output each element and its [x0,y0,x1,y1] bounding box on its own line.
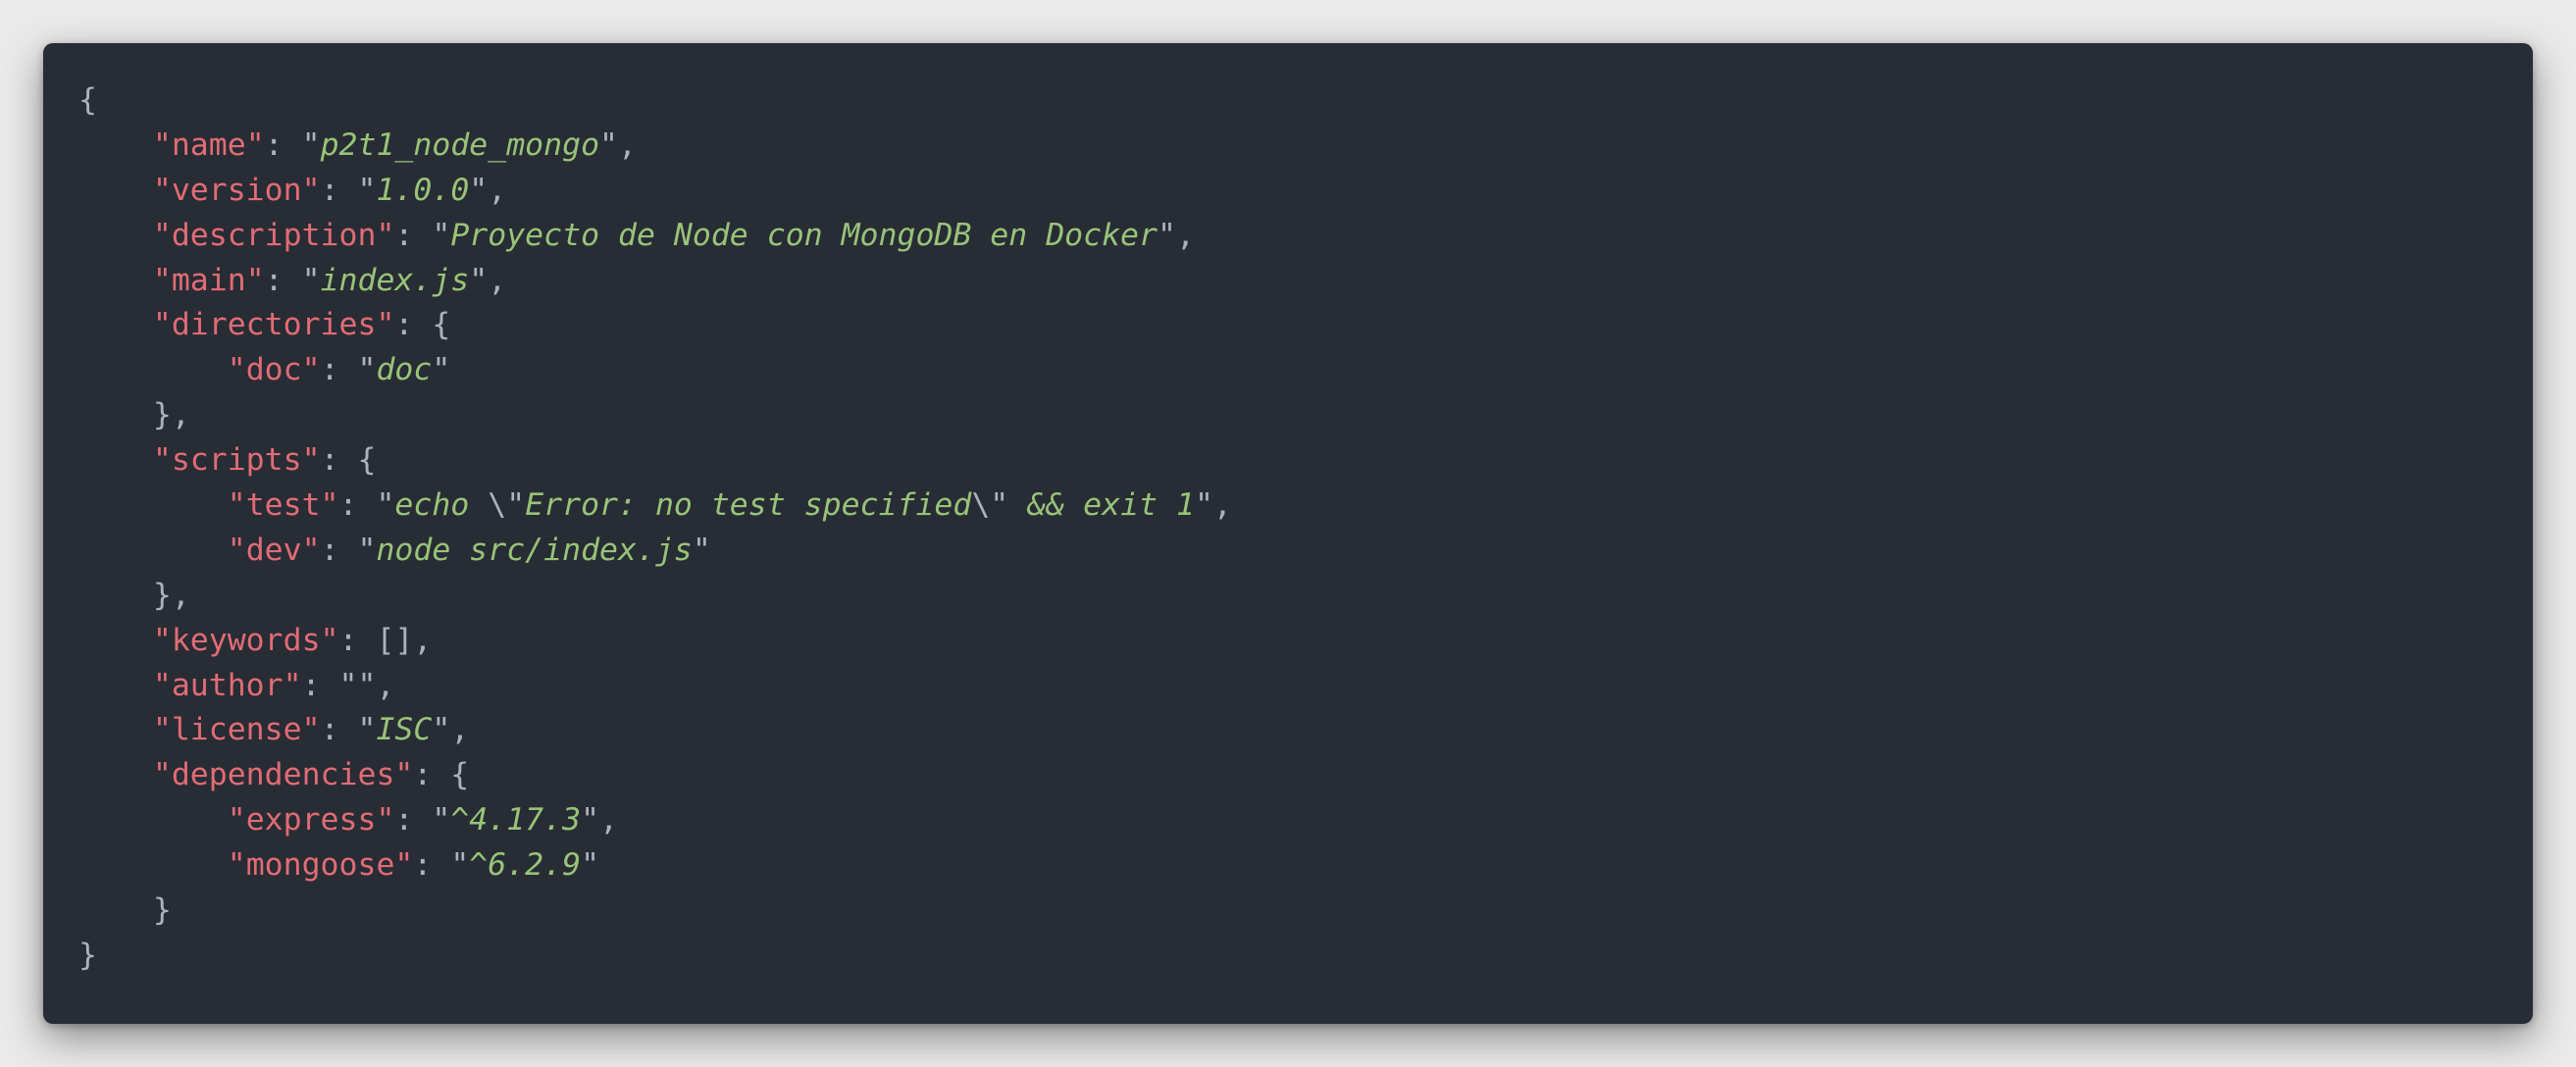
code-line-7: "doc": "doc" [227,352,451,388]
main-key: main [171,262,246,298]
code-window: { "name": "p2t1_node_mongo", "version": … [43,43,2533,1024]
keywords-key: keywords [171,622,321,658]
code-line-2: "name": "p2t1_node_mongo", [152,127,637,163]
test-value-escape-open: \" [488,487,526,524]
code-line-6: "directories": { [152,307,451,343]
code-line-13: "keywords": [], [152,622,433,658]
code-line-18: "mongoose": "^6.2.9" [227,847,600,884]
close-brace: } [78,937,97,973]
code-line-9: "scripts": { [152,442,377,479]
doc-value: doc [376,352,433,388]
mongoose-value: ^6.2.9 [469,847,582,884]
code-line-10: "test": "echo \"Error: no test specified… [227,487,1232,524]
dev-value: node src/index.js [376,532,693,568]
code-line-19: } [152,892,172,929]
name-key: name [171,127,246,163]
name-value: p2t1_node_mongo [320,127,600,163]
description-key: description [171,217,377,253]
code-line-4: "description": "Proyecto de Node con Mon… [152,217,1195,253]
keywords-value: [] [376,622,414,658]
code-line-20: } [78,934,1232,979]
test-value-pre: echo [394,487,489,524]
code-line-3: "version": "1.0.0", [152,172,507,208]
description-value: Proyecto de Node con MongoDB en Docker [450,217,1158,253]
test-value-post: && exit 1 [1008,487,1195,524]
test-value: echo \"Error: no test specified\" && exi… [394,487,1195,523]
code-line-1: { [78,78,1232,124]
code-block: { "name": "p2t1_node_mongo", "version": … [78,78,1232,979]
code-line-11: "dev": "node src/index.js" [227,532,711,568]
test-value-mid: Error: no test specified [525,487,972,524]
express-value: ^4.17.3 [450,802,582,838]
author-key: author [171,667,283,703]
test-value-escape-close: \" [971,487,1009,524]
doc-key: doc [245,352,302,388]
version-value: 1.0.0 [376,172,470,208]
code-line-17: "express": "^4.17.3", [227,802,619,838]
license-key: license [171,712,302,748]
code-line-14: "author": "", [152,667,395,703]
main-value: index.js [320,262,470,298]
scripts-key: scripts [171,442,302,479]
code-line-8: }, [152,397,190,433]
mongoose-key: mongoose [245,847,395,884]
test-key: test [245,487,321,524]
directories-key: directories [171,307,377,343]
dev-key: dev [245,532,302,568]
express-key: express [245,802,377,838]
open-brace: { [78,82,97,118]
license-value: ISC [376,712,433,748]
code-line-12: }, [152,577,190,613]
code-line-5: "main": "index.js", [152,262,507,298]
version-key: version [171,172,302,208]
code-line-15: "license": "ISC", [152,712,470,748]
dependencies-key: dependencies [171,757,395,793]
code-line-16: "dependencies": { [152,757,470,793]
